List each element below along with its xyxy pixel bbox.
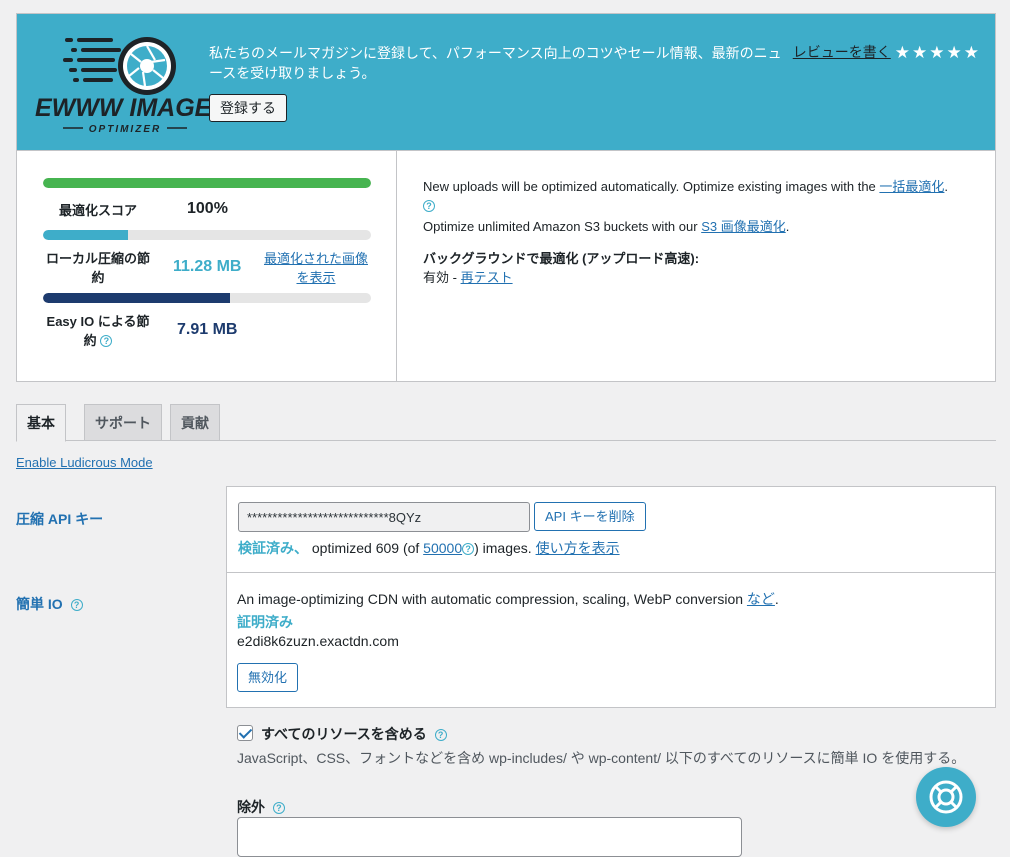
help-icon[interactable]: ?: [100, 335, 113, 347]
score-bar-fill: [43, 178, 371, 188]
rating-stars: ★ ★ ★ ★ ★: [895, 44, 979, 61]
bulk-optimize-link[interactable]: 一括最適化: [879, 179, 944, 194]
star-icon: ★: [894, 42, 910, 62]
auto-optimize-period: .: [944, 179, 949, 194]
api-key-input[interactable]: [238, 502, 530, 532]
easy-io-box: An image-optimizing CDN with automatic c…: [226, 572, 996, 708]
enable-ludicrous-mode-link[interactable]: Enable Ludicrous Mode: [16, 455, 153, 470]
include-all-label: すべてのリソースを含める: [261, 726, 427, 742]
tab-support[interactable]: サポート: [84, 404, 162, 441]
view-optimized-images-link[interactable]: 最適化された画像を表示: [261, 249, 371, 287]
local-savings-bar: [43, 230, 371, 240]
tab-basic[interactable]: 基本: [16, 404, 66, 442]
include-all-label-row: すべてのリソースを含める ?: [261, 724, 447, 744]
help-icon[interactable]: ?: [462, 543, 475, 555]
subscribe-button[interactable]: 登録する: [209, 94, 287, 122]
background-mode-status: 有効 - 再テスト: [423, 268, 973, 287]
logo-subtext: OPTIMIZER: [89, 124, 161, 134]
logo-text: EWWW IMAGE: [35, 94, 213, 122]
tab-contribute[interactable]: 貢献: [170, 404, 220, 441]
star-icon: ★: [963, 42, 979, 62]
easyio-savings-label-text: Easy IO による節約: [46, 314, 150, 348]
write-review-link[interactable]: レビューを書く: [793, 42, 891, 62]
api-status: 検証済み、 optimized 609 (of 50000?) images. …: [238, 538, 620, 558]
review-section: レビューを書く ★ ★ ★ ★ ★: [793, 42, 979, 62]
banner-message: 私たちのメールマガジンに登録して、パフォーマンス向上のコツやセール情報、最新のニ…: [209, 45, 782, 81]
easy-io-desc-text: An image-optimizing CDN with automatic c…: [237, 591, 747, 607]
include-all-description: JavaScript、CSS、フォントなどを含め wp-includes/ や …: [237, 750, 966, 766]
include-all-checkbox[interactable]: [237, 725, 253, 741]
easyio-savings-bar: [43, 293, 371, 303]
savings-summary: 最適化スコア 100% ローカル圧縮の節約 11.28 MB 最適化された画像を…: [17, 151, 397, 381]
local-savings-label: ローカル圧縮の節約: [45, 251, 150, 285]
s3-note: Optimize unlimited Amazon S3 buckets wit…: [423, 217, 973, 236]
lifebuoy-icon: [929, 780, 963, 814]
optimization-info: New uploads will be optimized automatica…: [423, 177, 973, 287]
help-icon[interactable]: ?: [434, 729, 447, 741]
help-icon[interactable]: ?: [423, 200, 435, 212]
settings-tabs: 基本 サポート 貢献: [16, 404, 996, 442]
local-savings-value: 11.28 MB: [173, 258, 242, 275]
newsletter-banner: EWWW IMAGE OPTIMIZER 私たちのメールマガジンに登録して、パフ…: [16, 13, 996, 151]
star-icon: ★: [929, 42, 945, 62]
score-bar: [43, 178, 371, 188]
easyio-savings-value: 7.91 MB: [177, 321, 238, 338]
help-icon[interactable]: ?: [70, 599, 83, 611]
easyio-savings-bar-fill: [43, 293, 230, 303]
background-mode-title: バックグラウンドで最適化 (アップロード高速):: [423, 251, 700, 266]
remove-api-key-button[interactable]: API キーを削除: [534, 502, 646, 531]
easy-io-more-link[interactable]: など: [747, 591, 775, 607]
s3-optimize-link[interactable]: S3 画像最適化: [701, 219, 786, 234]
star-icon: ★: [912, 42, 928, 62]
s3-text: Optimize unlimited Amazon S3 buckets wit…: [423, 219, 702, 234]
usage-suffix: ) images.: [474, 540, 536, 556]
s3-period: .: [785, 219, 790, 234]
score-value: 100%: [187, 200, 228, 217]
help-icon[interactable]: ?: [272, 802, 285, 814]
easy-io-label-row: 簡単 IO ?: [16, 594, 83, 614]
easy-io-verified: 証明済み: [237, 614, 293, 630]
help-beacon-button[interactable]: [916, 767, 976, 827]
retest-link[interactable]: 再テスト: [461, 270, 513, 285]
background-status-text: 有効 -: [423, 270, 461, 285]
usage-limit-link[interactable]: 50000: [423, 540, 462, 556]
easyio-savings-label: Easy IO による節約 ?: [43, 312, 153, 350]
easy-io-desc-period: .: [774, 591, 779, 607]
local-savings-bar-fill: [43, 230, 129, 240]
exclude-label: 除外: [237, 799, 265, 815]
easy-io-domain: e2di8k6zuzn.exactdn.com: [237, 633, 399, 649]
auto-optimize-text: New uploads will be optimized automatica…: [423, 179, 880, 194]
exclude-label-row: 除外 ?: [237, 797, 285, 817]
stats-panel: 最適化スコア 100% ローカル圧縮の節約 11.28 MB 最適化された画像を…: [16, 151, 996, 382]
easy-io-description: An image-optimizing CDN with automatic c…: [237, 589, 779, 609]
show-usage-link[interactable]: 使い方を表示: [536, 540, 620, 556]
easy-io-label: 簡単 IO: [16, 596, 63, 612]
exclude-textarea[interactable]: [237, 817, 742, 857]
api-key-box: API キーを削除 検証済み、 optimized 609 (of 50000?…: [226, 486, 996, 573]
api-key-label: 圧縮 API キー: [16, 511, 104, 527]
ewww-logo: EWWW IMAGE OPTIMIZER: [35, 37, 213, 134]
score-label: 最適化スコア: [58, 203, 137, 218]
disable-easy-io-button[interactable]: 無効化: [237, 663, 299, 692]
verified-status: 検証済み、: [238, 540, 308, 556]
auto-optimize-note: New uploads will be optimized automatica…: [423, 177, 973, 215]
star-icon: ★: [946, 42, 962, 62]
usage-text: optimized 609 (of: [308, 540, 424, 556]
